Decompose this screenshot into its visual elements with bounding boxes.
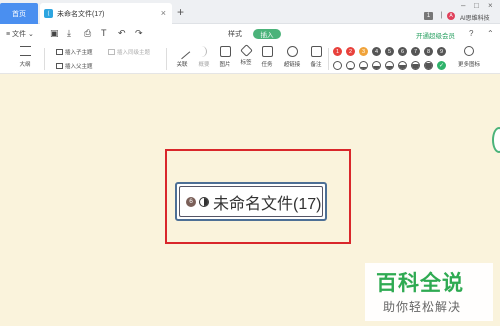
insert-parent-button[interactable]: 插入父主题 [56, 62, 93, 70]
task-button[interactable]: 任务 [255, 46, 279, 68]
collapse-icon[interactable]: ⌃ [487, 29, 494, 38]
priority-3-icon[interactable]: 3 [359, 47, 368, 56]
tab-style[interactable]: 样式 [228, 29, 242, 39]
user-avatar[interactable]: A [447, 12, 455, 20]
progress-level-icon[interactable] [398, 61, 407, 70]
divider [166, 48, 167, 70]
download-icon[interactable]: ⤓ [67, 28, 71, 39]
document-tab-label: 未命名文件(17) [57, 10, 105, 18]
priority-7-icon[interactable]: 7 [411, 47, 420, 56]
insert-sibling-button[interactable]: 插入同级主题 [108, 48, 150, 56]
outline-label: 大纲 [19, 62, 31, 68]
more-icons-button[interactable]: 更多图标 [454, 46, 484, 68]
new-tab-icon[interactable]: + [177, 5, 184, 19]
insert-child-icon [56, 49, 63, 55]
relation-button[interactable]: 关联 [170, 43, 194, 68]
outline-icon [19, 46, 31, 56]
image-icon [219, 46, 231, 57]
link-icon [286, 46, 298, 57]
minimize-icon[interactable]: – [461, 1, 465, 10]
root-topic-inner: 6 未命名文件(17) [179, 186, 323, 217]
priority-badge[interactable]: 6 [186, 196, 196, 207]
task-icon [261, 46, 273, 57]
document-tab[interactable]: ⟨ 未命名文件(17) × [40, 3, 172, 24]
divider-icon: | [440, 12, 443, 19]
progress-complete-icon[interactable]: ✓ [437, 61, 446, 70]
hyperlink-button[interactable]: 超链接 [280, 46, 304, 68]
vip-link[interactable]: 开通超级会员 [416, 30, 455, 40]
note-button[interactable]: 备注 [304, 46, 328, 68]
divider [328, 48, 329, 70]
export-icon[interactable]: ⎙ [84, 28, 91, 39]
priority-5-icon[interactable]: 5 [385, 47, 394, 56]
progress-level-icon[interactable] [411, 61, 420, 70]
priority-8-icon[interactable]: 8 [424, 47, 433, 56]
menu-row: ≡ 文件 ⌄ ▣ ⤓ ⎙ T ↶ ↷ 样式 插入 开通超级会员 ? ⌃ [0, 24, 500, 44]
mindmap-doc-icon: ⟨ [44, 9, 53, 18]
title-bar: 首页 ⟨ 未命名文件(17) × + 1 | A AI思维科技 – □ × [0, 0, 500, 24]
close-tab-icon[interactable]: × [161, 8, 166, 18]
priority-9-icon[interactable]: 9 [437, 47, 446, 56]
chevron-down-icon: ⌄ [26, 31, 34, 38]
watermark-subtitle: 助你轻松解决 [383, 300, 462, 314]
maximize-icon[interactable]: □ [474, 1, 479, 10]
notification-badge[interactable]: 1 [424, 12, 433, 20]
home-tab[interactable]: 首页 [0, 3, 38, 24]
help-icon[interactable]: ? [469, 29, 473, 38]
priority-4-icon[interactable]: 4 [372, 47, 381, 56]
progress-level-icon[interactable] [359, 61, 368, 70]
tab-insert[interactable]: 插入 [253, 29, 281, 39]
insert-parent-icon [56, 63, 63, 69]
priority-2-icon[interactable]: 2 [346, 47, 355, 56]
priority-1-icon[interactable]: 1 [333, 47, 342, 56]
root-topic-node[interactable]: 6 未命名文件(17) [175, 182, 327, 221]
ribbon-toolbar: 大纲 插入子主题 插入同级主题 插入父主题 关联 概要 图片 标签 任务 超链接… [0, 43, 500, 74]
note-icon [310, 46, 322, 57]
side-panel-handle[interactable] [492, 127, 500, 153]
relation-icon [174, 43, 190, 60]
tag-icon [239, 44, 253, 57]
format-painter-icon[interactable]: T [101, 28, 107, 38]
redo-icon[interactable]: ↷ [135, 28, 143, 39]
file-menu[interactable]: ≡ 文件 ⌄ [6, 29, 34, 39]
smiley-icon [464, 46, 474, 56]
progress-level-icon[interactable] [424, 61, 433, 70]
watermark-title: 百科全说 [376, 272, 464, 295]
summary-icon [201, 46, 207, 57]
divider [44, 48, 45, 70]
undo-icon[interactable]: ↶ [118, 28, 126, 39]
user-name[interactable]: AI思维科技 [460, 13, 490, 22]
insert-sibling-icon [108, 49, 115, 55]
priority-6-icon[interactable]: 6 [398, 47, 407, 56]
progress-level-icon[interactable] [333, 61, 342, 70]
progress-level-icon[interactable] [346, 61, 355, 70]
progress-half-icon[interactable] [199, 196, 209, 207]
save-icon[interactable]: ▣ [50, 28, 59, 39]
progress-level-icon[interactable] [385, 61, 394, 70]
progress-level-icon[interactable] [372, 61, 381, 70]
outline-button[interactable]: 大纲 [14, 46, 36, 68]
insert-child-button[interactable]: 插入子主题 [56, 48, 93, 56]
root-topic-title[interactable]: 未命名文件(17) [213, 190, 321, 214]
close-window-icon[interactable]: × [488, 1, 493, 10]
